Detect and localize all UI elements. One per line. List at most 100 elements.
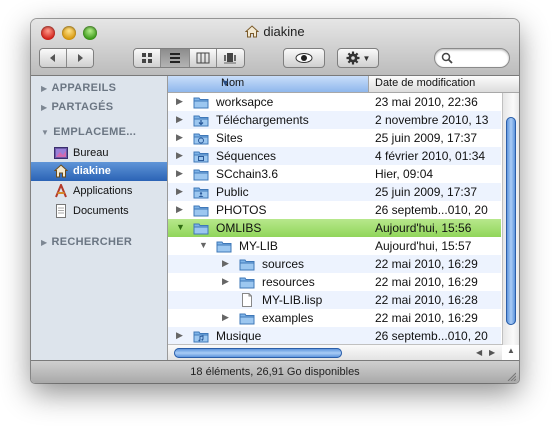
folder-icon [193, 221, 209, 235]
sidebar-item-documents[interactable]: Documents [31, 202, 167, 221]
sidebar-section-search[interactable]: ▶ RECHERCHER [41, 236, 132, 248]
disclosure-collapsed-icon[interactable]: ▶ [176, 205, 185, 214]
file-list-view: Nom ▼ Date de modification ▶ worksapce 23 … [168, 76, 519, 361]
window-title-container: diakine [31, 24, 519, 41]
home-icon [245, 25, 260, 41]
file-rows: ▶ worksapce 23 mai 2010, 22:36 ▶ Téléchargem… [168, 93, 501, 345]
item-date: 25 juin 2009, 17:37 [375, 185, 478, 199]
list-row[interactable]: ▶ SCchain3.6 Hier, 09:04 [168, 165, 501, 183]
disclosure-expanded-icon[interactable]: ▼ [199, 241, 208, 250]
vertical-scroll-thumb[interactable] [506, 117, 516, 325]
list-view-icon [169, 53, 180, 63]
column-header-date[interactable]: Date de modification [375, 77, 475, 89]
item-name: MY-LIB [239, 239, 278, 253]
back-button[interactable] [40, 49, 68, 67]
item-date: 4 février 2010, 01:34 [375, 149, 486, 163]
folder-icon [239, 311, 255, 325]
disclosure-expanded-icon[interactable]: ▼ [176, 223, 185, 232]
item-name: Public [216, 185, 249, 199]
icon-view-icon [142, 53, 153, 63]
scroll-left-icon[interactable]: ◀ [476, 348, 482, 357]
sidebar-section-places[interactable]: ▼ EMPLACEME... [41, 126, 136, 138]
list-row[interactable]: ▶ Public 25 juin 2009, 17:37 [168, 183, 501, 201]
item-name: examples [262, 311, 314, 325]
coverflow-view-icon [224, 53, 237, 64]
item-date: 26 septemb...010, 20 [375, 203, 488, 217]
title-bar[interactable]: diakine ▼ [31, 19, 519, 76]
list-row[interactable]: ▶ Séquences 4 février 2010, 01:34 [168, 147, 501, 165]
disclosure-collapsed-icon[interactable]: ▶ [176, 97, 185, 106]
applications-icon [54, 182, 68, 198]
status-bar: 18 éléments, 26,91 Go disponibles [31, 360, 519, 383]
disclosure-collapsed-icon[interactable]: ▶ [222, 313, 231, 322]
disclosure-collapsed-icon[interactable]: ▶ [222, 277, 231, 286]
list-view-button[interactable] [161, 49, 190, 67]
sidebar-item-diakine[interactable]: diakine [31, 162, 167, 181]
list-row[interactable]: ▶ Sites 25 juin 2009, 17:37 [168, 129, 501, 147]
list-row[interactable]: ▼ MY-LIB Aujourd'hui, 15:57 [168, 237, 501, 255]
horizontal-scrollbar[interactable]: ◀ ▶ [168, 344, 502, 361]
item-date: 22 mai 2010, 16:29 [375, 257, 478, 271]
scroll-up-icon[interactable]: ▲ [507, 346, 515, 355]
sidebar-item-applications[interactable]: Applications [31, 182, 167, 201]
disclosure-collapsed-icon: ▶ [41, 103, 48, 112]
movies-folder-icon [193, 149, 209, 163]
status-text: 18 éléments, 26,91 Go disponibles [190, 366, 360, 378]
desktop-icon [54, 146, 68, 160]
sidebar-section-shared[interactable]: ▶ PARTAGÉS [41, 101, 113, 113]
sidebar: ▶ APPAREILS ▶ PARTAGÉS ▼ EMPLACEME... Burea… [31, 76, 168, 360]
disclosure-collapsed-icon[interactable]: ▶ [176, 187, 185, 196]
folder-icon [239, 257, 255, 271]
item-name: SCchain3.6 [216, 167, 279, 181]
folder-icon [193, 95, 209, 109]
list-row[interactable]: ▼ OMLIBS Aujourd'hui, 15:56 [168, 219, 501, 237]
icon-view-button[interactable] [134, 49, 162, 67]
horizontal-scroll-thumb[interactable] [174, 348, 342, 358]
folder-icon [239, 275, 255, 289]
column-header-name[interactable]: Nom ▼ [168, 76, 369, 92]
item-name: Séquences [216, 149, 277, 163]
disclosure-collapsed-icon[interactable]: ▶ [176, 151, 185, 160]
search-field[interactable] [434, 48, 510, 68]
disclosure-collapsed-icon[interactable]: ▶ [222, 259, 231, 268]
list-row[interactable]: ▶ resources 22 mai 2010, 16:29 [168, 273, 501, 291]
sidebar-section-devices[interactable]: ▶ APPAREILS [41, 82, 116, 94]
action-menu-button[interactable]: ▼ [337, 48, 379, 68]
column-view-button[interactable] [189, 49, 217, 67]
disclosure-collapsed-icon[interactable]: ▶ [176, 133, 185, 142]
public-folder-icon [193, 185, 209, 199]
item-name: OMLIBS [216, 221, 262, 235]
list-row[interactable]: ▶ sources 22 mai 2010, 16:29 [168, 255, 501, 273]
list-row[interactable]: ▶ Téléchargements 2 novembre 2010, 13 [168, 111, 501, 129]
item-date: 2 novembre 2010, 13 [375, 113, 489, 127]
item-name: MY-LIB.lisp [262, 293, 323, 307]
forward-button[interactable] [67, 49, 93, 67]
list-row[interactable]: ▶ examples 22 mai 2010, 16:29 [168, 309, 501, 327]
folder-icon [193, 203, 209, 217]
item-date: Hier, 09:04 [375, 167, 434, 181]
item-date: 22 mai 2010, 16:29 [375, 311, 478, 325]
home-icon [53, 164, 69, 178]
sort-descending-icon: ▼ [221, 78, 230, 88]
scroll-right-icon[interactable]: ▶ [489, 348, 495, 357]
disclosure-collapsed-icon: ▶ [41, 84, 48, 93]
quick-look-button[interactable] [283, 48, 325, 68]
disclosure-collapsed-icon: ▶ [41, 238, 48, 247]
search-icon [441, 52, 453, 64]
list-header: Nom ▼ Date de modification [168, 76, 519, 93]
list-row[interactable]: ▶ Musique 26 septemb...010, 20 [168, 327, 501, 345]
disclosure-collapsed-icon[interactable]: ▶ [176, 169, 185, 178]
view-mode-control [133, 48, 245, 68]
sidebar-item-bureau[interactable]: Bureau [31, 144, 167, 163]
disclosure-collapsed-icon[interactable]: ▶ [176, 331, 185, 340]
list-row[interactable]: ▶ PHOTOS 26 septemb...010, 20 [168, 201, 501, 219]
coverflow-view-button[interactable] [216, 49, 244, 67]
forward-arrow-icon [78, 54, 84, 62]
vertical-scrollbar[interactable] [502, 93, 519, 345]
column-view-icon [196, 52, 210, 64]
resize-grip-icon[interactable] [506, 371, 516, 381]
list-row[interactable]: ▶ worksapce 23 mai 2010, 22:36 [168, 93, 501, 111]
music-folder-icon [193, 329, 209, 343]
list-row[interactable]: MY-LIB.lisp 22 mai 2010, 16:28 [168, 291, 501, 309]
disclosure-collapsed-icon[interactable]: ▶ [176, 115, 185, 124]
